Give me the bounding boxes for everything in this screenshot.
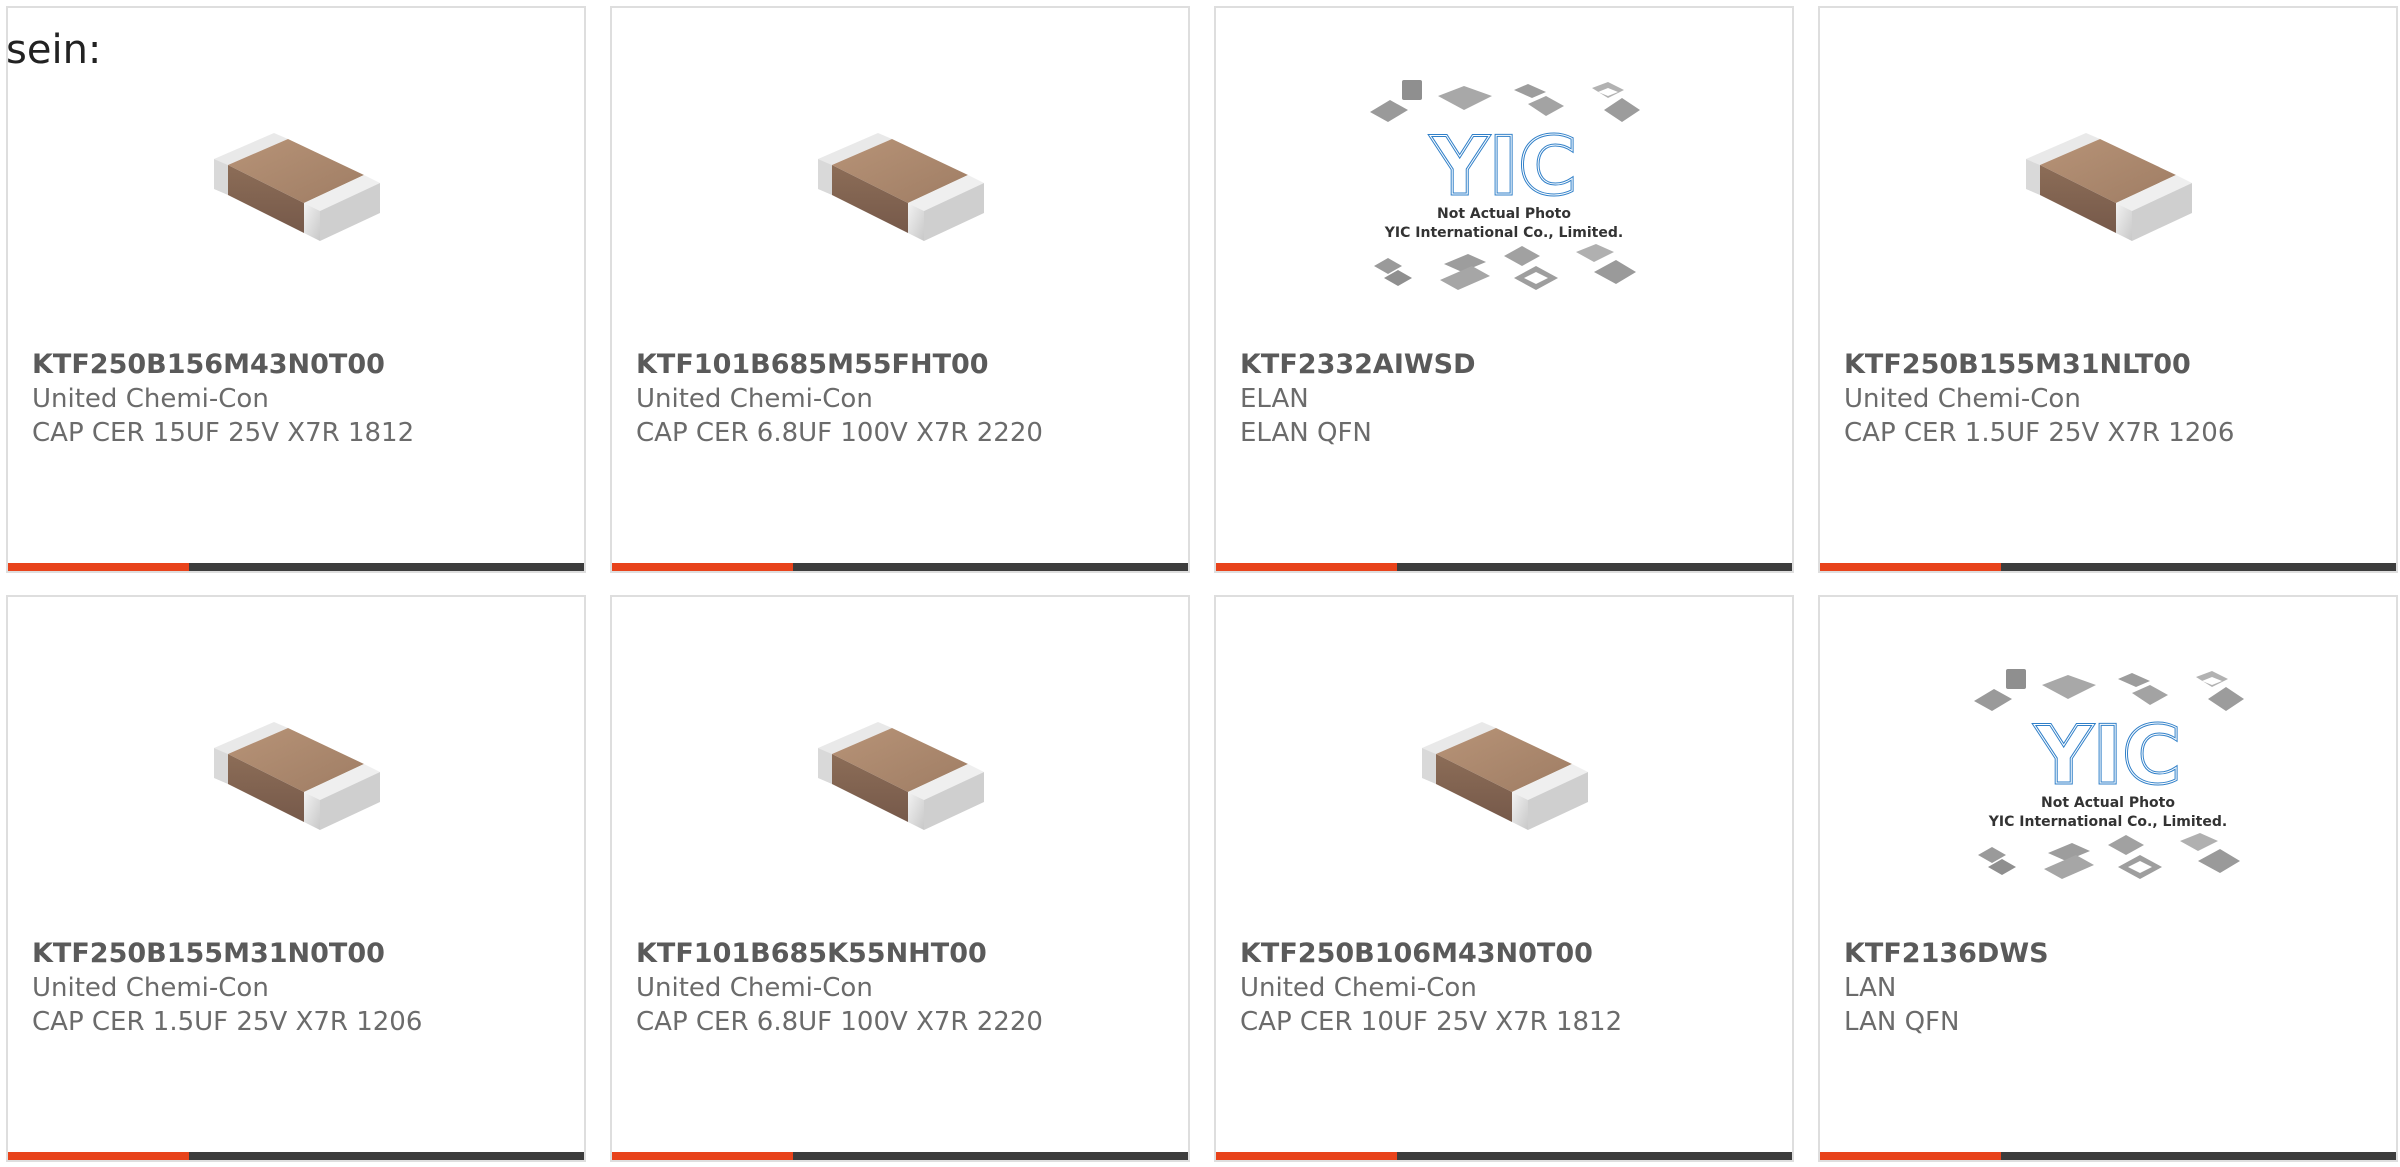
part-number-link[interactable]: KTF250B155M31N0T00: [32, 937, 564, 971]
manufacturer-name: United Chemi-Con: [636, 973, 873, 1003]
product-grid: KTF250B156M43N0T00 United Chemi-Con CAP CE…: [6, 6, 2398, 1162]
part-number-link[interactable]: KTF250B156M43N0T00: [32, 348, 564, 382]
card-accent-segment: [612, 1152, 794, 1160]
card-accent-bar: [1216, 1152, 1792, 1160]
product-description: CAP CER 6.8UF 100V X7R 2220: [636, 418, 1043, 448]
part-number-link[interactable]: KTF2136DWS: [1844, 937, 2376, 971]
not-actual-photo-image[interactable]: YIC YIC Not Actual Photo YIC Internation…: [1968, 657, 2248, 882]
product-description: ELAN QFN: [1240, 418, 1372, 448]
product-description: CAP CER 1.5UF 25V X7R 1206: [32, 1007, 423, 1037]
card-accent-bar: [1820, 1152, 2396, 1160]
capacitor-chip-image[interactable]: [1364, 657, 1644, 882]
product-info: KTF101B685M55FHT00 United Chemi-Con CAP CE…: [636, 348, 1168, 450]
product-card[interactable]: KTF250B155M31N0T00 United Chemi-Con CAP CE…: [6, 595, 586, 1162]
placeholder-line-1: Not Actual Photo: [2041, 795, 2175, 811]
part-number-link[interactable]: KTF250B155M31NLT00: [1844, 348, 2376, 382]
card-accent-bar: [8, 1152, 584, 1160]
product-description: CAP CER 10UF 25V X7R 1812: [1240, 1007, 1623, 1037]
manufacturer-name: United Chemi-Con: [636, 384, 873, 414]
placeholder-line-1: Not Actual Photo: [1437, 206, 1571, 222]
card-accent-segment: [8, 1152, 190, 1160]
card-accent-segment: [8, 563, 190, 571]
product-card[interactable]: KTF250B106M43N0T00 United Chemi-Con CAP CE…: [1214, 595, 1794, 1162]
product-description: CAP CER 1.5UF 25V X7R 1206: [1844, 418, 2235, 448]
card-accent-segment: [1216, 1152, 1398, 1160]
product-info: KTF2332AIWSD ELAN ELAN QFN: [1240, 348, 1772, 450]
section-heading: sein:: [6, 27, 102, 73]
product-info: KTF250B155M31N0T00 United Chemi-Con CAP CE…: [32, 937, 564, 1039]
part-number-link[interactable]: KTF101B685M55FHT00: [636, 348, 1168, 382]
card-accent-bar: [8, 563, 584, 571]
product-description: CAP CER 15UF 25V X7R 1812: [32, 418, 415, 448]
placeholder-line-2: YIC International Co., Limited.: [1988, 814, 2227, 830]
manufacturer-name: LAN: [1844, 973, 1897, 1003]
product-card[interactable]: KTF250B155M31NLT00 United Chemi-Con CAP CE…: [1818, 6, 2398, 573]
product-info: KTF250B155M31NLT00 United Chemi-Con CAP CE…: [1844, 348, 2376, 450]
card-accent-segment: [1820, 1152, 2002, 1160]
card-accent-bar: [612, 1152, 1188, 1160]
product-card[interactable]: YIC YIC Not Actual Photo YIC Internation…: [1818, 595, 2398, 1162]
product-grid-page: sein: KTF250B156M43N0T00 United Chemi-Co…: [0, 0, 2400, 1167]
capacitor-chip-image[interactable]: [760, 657, 1040, 882]
placeholder-line-2: YIC International Co., Limited.: [1384, 225, 1623, 241]
capacitor-chip-image[interactable]: [156, 68, 436, 293]
product-info: KTF2136DWS LAN LAN QFN: [1844, 937, 2376, 1039]
svg-text:YIC: YIC: [2034, 709, 2181, 802]
product-card[interactable]: KTF101B685K55NHT00 United Chemi-Con CAP CE…: [610, 595, 1190, 1162]
product-info: KTF250B106M43N0T00 United Chemi-Con CAP CE…: [1240, 937, 1772, 1039]
product-card[interactable]: KTF250B156M43N0T00 United Chemi-Con CAP CE…: [6, 6, 586, 573]
product-card[interactable]: KTF101B685M55FHT00 United Chemi-Con CAP CE…: [610, 6, 1190, 573]
product-card[interactable]: YIC YIC Not Actual Photo YIC Internation…: [1214, 6, 1794, 573]
not-actual-photo-image[interactable]: YIC YIC Not Actual Photo YIC Internation…: [1364, 68, 1644, 293]
card-accent-bar: [612, 563, 1188, 571]
card-accent-bar: [1216, 563, 1792, 571]
manufacturer-name: United Chemi-Con: [32, 973, 269, 1003]
capacitor-chip-image[interactable]: [156, 657, 436, 882]
product-description: CAP CER 6.8UF 100V X7R 2220: [636, 1007, 1043, 1037]
svg-text:YIC: YIC: [1430, 120, 1577, 213]
part-number-link[interactable]: KTF2332AIWSD: [1240, 348, 1772, 382]
card-accent-segment: [1216, 563, 1398, 571]
card-accent-bar: [1820, 563, 2396, 571]
capacitor-chip-image[interactable]: [760, 68, 1040, 293]
card-accent-segment: [1820, 563, 2002, 571]
card-accent-segment: [612, 563, 794, 571]
manufacturer-name: ELAN: [1240, 384, 1309, 414]
product-description: LAN QFN: [1844, 1007, 1960, 1037]
capacitor-chip-image[interactable]: [1968, 68, 2248, 293]
manufacturer-name: United Chemi-Con: [1844, 384, 2081, 414]
manufacturer-name: United Chemi-Con: [32, 384, 269, 414]
product-info: KTF101B685K55NHT00 United Chemi-Con CAP CE…: [636, 937, 1168, 1039]
part-number-link[interactable]: KTF250B106M43N0T00: [1240, 937, 1772, 971]
manufacturer-name: United Chemi-Con: [1240, 973, 1477, 1003]
part-number-link[interactable]: KTF101B685K55NHT00: [636, 937, 1168, 971]
product-info: KTF250B156M43N0T00 United Chemi-Con CAP CE…: [32, 348, 564, 450]
